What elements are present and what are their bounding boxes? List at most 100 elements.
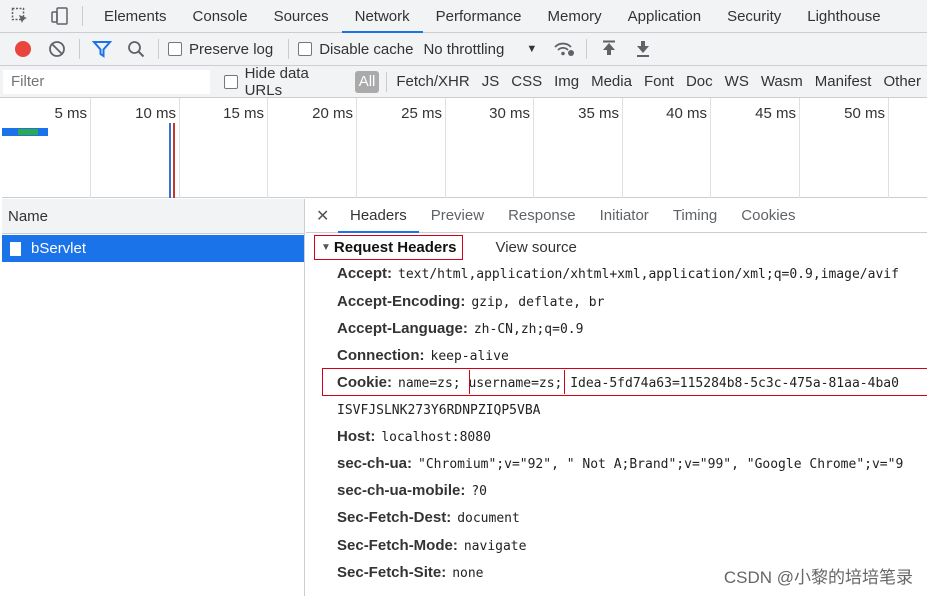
header-row-accept: Accept: text/html,application/xhtml+xml,a… bbox=[337, 265, 899, 282]
record-button[interactable] bbox=[6, 33, 40, 66]
tab-initiator[interactable]: Initiator bbox=[588, 199, 661, 233]
tab-lighthouse[interactable]: Lighthouse bbox=[794, 0, 893, 33]
dropdown-arrow-icon: ▼ bbox=[526, 43, 538, 55]
search-icon[interactable] bbox=[119, 33, 153, 66]
toolbar-divider bbox=[288, 39, 290, 59]
tab-elements[interactable]: Elements bbox=[91, 0, 180, 33]
header-row-cookie-continued: ISVFJSLNK273Y6RDNPZIQP5VBA bbox=[337, 401, 541, 418]
header-row-sec-fetch-dest: Sec-Fetch-Dest: document bbox=[337, 509, 520, 526]
toolbar-divider bbox=[586, 39, 588, 59]
filter-type-all[interactable]: All bbox=[354, 70, 380, 93]
filter-type-ws[interactable]: WS bbox=[719, 66, 755, 98]
header-key: Connection: bbox=[337, 347, 425, 364]
preserve-log-box[interactable] bbox=[168, 42, 182, 56]
filter-input[interactable] bbox=[3, 69, 210, 94]
disable-cache-checkbox[interactable]: Disable cache bbox=[298, 41, 413, 58]
tab-console[interactable]: Console bbox=[180, 0, 261, 33]
tab-cookies[interactable]: Cookies bbox=[729, 199, 807, 233]
header-value: "Chromium";v="92", " Not A;Brand";v="99"… bbox=[418, 457, 904, 472]
name-column-header[interactable]: Name bbox=[2, 199, 304, 234]
filter-icon[interactable] bbox=[85, 33, 119, 66]
section-title: Request Headers bbox=[333, 238, 457, 256]
filter-type-manifest[interactable]: Manifest bbox=[809, 66, 878, 98]
header-row-sec-fetch-mode: Sec-Fetch-Mode: navigate bbox=[337, 537, 526, 554]
filter-bar: Hide data URLs All Fetch/XHR JS CSS Img … bbox=[0, 65, 927, 99]
tab-headers[interactable]: Headers bbox=[338, 199, 419, 233]
throttling-value: No throttling bbox=[423, 40, 505, 58]
header-key: Sec-Fetch-Dest: bbox=[337, 509, 452, 526]
request-list: Name bServlet bbox=[2, 199, 305, 596]
filter-type-css[interactable]: CSS bbox=[505, 66, 548, 98]
tab-preview[interactable]: Preview bbox=[419, 199, 496, 233]
request-name: bServlet bbox=[31, 240, 87, 257]
header-row-sec-fetch-site: Sec-Fetch-Site: none bbox=[337, 564, 484, 581]
document-icon bbox=[10, 241, 21, 256]
filter-type-media[interactable]: Media bbox=[585, 66, 638, 98]
export-har-icon[interactable] bbox=[626, 33, 660, 66]
timeline-label: 20 ms bbox=[312, 105, 353, 122]
header-key: Host: bbox=[337, 428, 376, 445]
timeline-column: 15 ms bbox=[180, 98, 268, 198]
header-key: sec-ch-ua: bbox=[337, 455, 413, 472]
tab-response[interactable]: Response bbox=[496, 199, 588, 233]
import-har-icon[interactable] bbox=[592, 33, 626, 66]
inspect-element-icon[interactable] bbox=[0, 0, 40, 33]
timeline-column: 45 ms bbox=[711, 98, 800, 198]
request-row[interactable]: bServlet bbox=[2, 235, 304, 262]
header-value: ?0 bbox=[471, 484, 488, 499]
header-value: document bbox=[457, 511, 520, 526]
clear-button[interactable] bbox=[40, 33, 74, 66]
request-details: ✕ Headers Preview Response Initiator Tim… bbox=[306, 199, 927, 596]
header-row-host: Host: localhost:8080 bbox=[337, 428, 491, 445]
hide-data-urls-box[interactable] bbox=[224, 74, 238, 89]
load-event-line bbox=[173, 123, 175, 198]
preserve-log-checkbox[interactable]: Preserve log bbox=[168, 41, 273, 58]
tab-network[interactable]: Network bbox=[341, 0, 423, 33]
timeline-label: 5 ms bbox=[54, 105, 87, 122]
devtools-tabbar: Elements Console Sources Network Perform… bbox=[0, 0, 927, 33]
filter-type-other[interactable]: Other bbox=[877, 66, 927, 98]
filter-type-img[interactable]: Img bbox=[548, 66, 585, 98]
detail-tabs: ✕ Headers Preview Response Initiator Tim… bbox=[306, 199, 927, 233]
filter-type-js[interactable]: JS bbox=[476, 66, 506, 98]
request-timing-bar-receive bbox=[18, 129, 38, 135]
timeline-label: 30 ms bbox=[489, 105, 530, 122]
header-value: zh-CN,zh;q=0.9 bbox=[473, 322, 584, 337]
timeline-column: 10 ms bbox=[91, 98, 180, 198]
tab-security[interactable]: Security bbox=[714, 0, 794, 33]
tab-memory[interactable]: Memory bbox=[535, 0, 615, 33]
header-value: localhost:8080 bbox=[381, 430, 491, 445]
network-conditions-icon[interactable] bbox=[547, 33, 581, 66]
preserve-log-label: Preserve log bbox=[189, 40, 274, 58]
view-source-link[interactable]: View source bbox=[495, 239, 576, 256]
filter-type-font[interactable]: Font bbox=[638, 66, 680, 98]
request-headers-toggle[interactable]: ▼ Request Headers bbox=[314, 234, 464, 260]
close-icon[interactable]: ✕ bbox=[316, 206, 338, 226]
header-value: gzip, deflate, br bbox=[471, 295, 605, 310]
cookie-separator-mark bbox=[564, 370, 565, 394]
tab-application[interactable]: Application bbox=[615, 0, 714, 33]
header-key: Accept-Encoding: bbox=[337, 293, 466, 310]
throttling-select[interactable]: No throttling ▼ bbox=[423, 41, 537, 58]
disable-cache-box[interactable] bbox=[298, 42, 313, 56]
timeline-column: 30 ms bbox=[446, 98, 534, 198]
disable-cache-label: Disable cache bbox=[319, 40, 414, 58]
timeline-label: 15 ms bbox=[223, 105, 264, 122]
tab-timing[interactable]: Timing bbox=[661, 199, 729, 233]
filter-type-fetch-xhr[interactable]: Fetch/XHR bbox=[390, 66, 475, 98]
tab-performance[interactable]: Performance bbox=[423, 0, 535, 33]
cookie-separator-mark bbox=[469, 370, 470, 394]
hide-data-urls-checkbox[interactable]: Hide data URLs bbox=[224, 65, 347, 99]
tabbar-divider bbox=[82, 6, 83, 26]
tab-sources[interactable]: Sources bbox=[261, 0, 342, 33]
device-toolbar-icon[interactable] bbox=[40, 0, 80, 33]
filter-type-doc[interactable]: Doc bbox=[680, 66, 719, 98]
header-row-accept-language: Accept-Language: zh-CN,zh;q=0.9 bbox=[337, 320, 583, 337]
timeline-overview[interactable]: 5 ms 10 ms 15 ms 20 ms 25 ms 30 ms 35 ms… bbox=[2, 98, 927, 198]
timeline-label: 45 ms bbox=[755, 105, 796, 122]
header-value: none bbox=[452, 566, 484, 581]
header-key: Accept-Language: bbox=[337, 320, 468, 337]
timeline-label: 40 ms bbox=[666, 105, 707, 122]
timeline-column: 40 ms bbox=[623, 98, 711, 198]
filter-type-wasm[interactable]: Wasm bbox=[755, 66, 809, 98]
